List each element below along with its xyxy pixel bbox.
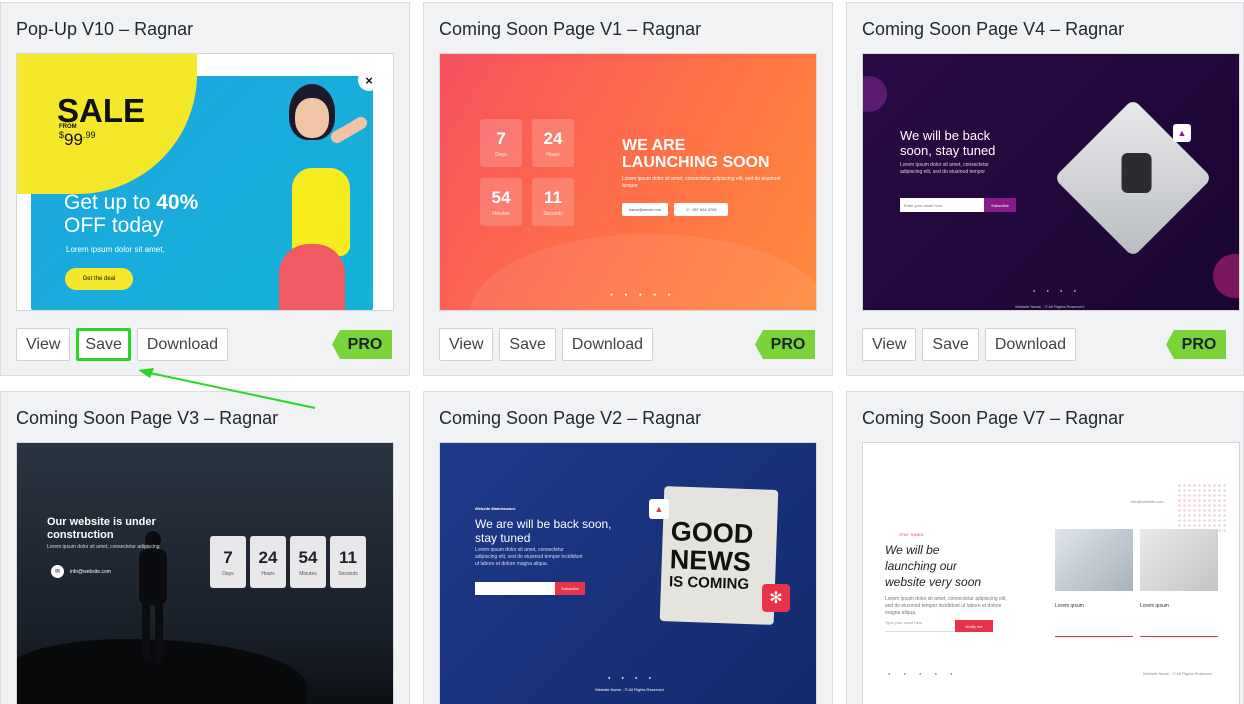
counter-minutes: 54 Minutes bbox=[480, 178, 522, 226]
stay-tuned-headline: We will be back soon, stay tuned bbox=[900, 128, 996, 158]
save-button[interactable]: Save bbox=[922, 328, 979, 361]
thumbnail[interactable]: STAY TUNED We will be launching our webs… bbox=[862, 442, 1240, 704]
view-button[interactable]: View bbox=[862, 328, 917, 361]
save-button[interactable]: Save bbox=[76, 328, 131, 361]
email-input[interactable]: Type your email here bbox=[885, 620, 955, 632]
counter-hours: 24 Hours bbox=[250, 536, 286, 588]
thumbnail[interactable]: Website Maintenance We are will be back … bbox=[439, 442, 817, 704]
card-title: Coming Soon Page V7 – Ragnar bbox=[862, 408, 1125, 428]
phone-icon: ☏ bbox=[685, 207, 691, 212]
construction-headline: Our website is under construction bbox=[47, 516, 156, 541]
social-icons: ● ● ● ● bbox=[608, 675, 656, 680]
launching-headline: We will be launching our website very so… bbox=[885, 543, 982, 589]
download-button[interactable]: Download bbox=[984, 328, 1077, 361]
card-title: Coming Soon Page V3 – Ragnar bbox=[16, 408, 279, 428]
template-card-coming-soon-v4: Coming Soon Page V4 – Ragnar We will be … bbox=[846, 2, 1244, 376]
notify-button[interactable]: Notify me bbox=[955, 620, 993, 632]
download-button[interactable]: Download bbox=[561, 328, 654, 361]
thumbnail[interactable]: SALE FROM $99.99 × Get up to 40% OFF tod… bbox=[16, 53, 394, 311]
social-icons: ● ● ● ● bbox=[1033, 288, 1081, 293]
card-actions: View Save Download bbox=[16, 328, 229, 361]
card-title: Coming Soon Page V2 – Ragnar bbox=[439, 408, 702, 428]
save-button[interactable]: Save bbox=[499, 328, 556, 361]
card-title: Coming Soon Page V4 – Ragnar bbox=[862, 19, 1125, 39]
photo-chair bbox=[1055, 529, 1133, 591]
logo-icon: ▲ bbox=[1173, 124, 1191, 142]
template-grid: Pop-Up V10 – Ragnar SALE FROM $99.99 × G… bbox=[0, 0, 1244, 704]
logo-icon: ▲ bbox=[649, 499, 669, 519]
card-title: Coming Soon Page V1 – Ragnar bbox=[439, 19, 702, 39]
card-actions: View Save Download bbox=[862, 328, 1077, 361]
template-card-coming-soon-v2: Coming Soon Page V2 – Ragnar Website Mai… bbox=[423, 391, 833, 704]
thumbnail[interactable]: Our website is under construction Lorem i… bbox=[16, 442, 394, 704]
email-input[interactable] bbox=[475, 582, 555, 595]
email-input[interactable]: Enter your email here... bbox=[900, 198, 984, 212]
photo-clock bbox=[1140, 529, 1218, 591]
social-icons: ● ● ● ● ● bbox=[610, 292, 676, 298]
template-card-coming-soon-v7: Coming Soon Page V7 – Ragnar STAY TUNED … bbox=[846, 391, 1244, 704]
thumbnail[interactable]: 7 Days 24 Hours 54 Minutes 11 Seconds WE ARE… bbox=[439, 53, 817, 311]
counter-minutes: 54 Minutes bbox=[290, 536, 326, 588]
subscribe-button[interactable]: Subscribe bbox=[984, 198, 1016, 212]
card-actions: View Save Download bbox=[439, 328, 654, 361]
card-title: Pop-Up V10 – Ragnar bbox=[16, 19, 194, 39]
get-deal-button[interactable]: Get the deal bbox=[65, 268, 133, 290]
hero-diamond-image bbox=[1053, 98, 1213, 258]
back-soon-headline: We are will be back soon, stay tuned bbox=[475, 517, 612, 545]
view-button[interactable]: View bbox=[16, 328, 71, 361]
react-icon: ✻ bbox=[762, 584, 790, 612]
email-chip: name@email.com bbox=[622, 203, 668, 216]
view-button[interactable]: View bbox=[439, 328, 494, 361]
pro-badge: PRO bbox=[332, 330, 392, 359]
mail-icon: ✉ bbox=[51, 565, 64, 578]
phone-chip: ☏ 987 654 3789 bbox=[674, 203, 728, 216]
price: $99.99 bbox=[59, 130, 96, 149]
subscribe-button[interactable]: Subscribe bbox=[555, 582, 585, 595]
model-figure bbox=[267, 84, 377, 310]
good-news-sign: GOOD NEWS IS COMING bbox=[659, 486, 779, 625]
social-icons: ● ● ● ● ● bbox=[888, 671, 959, 676]
pro-badge: PRO bbox=[1166, 330, 1226, 359]
counter-days: 7 Days bbox=[210, 536, 246, 588]
counter-hours: 24 Hours bbox=[532, 119, 574, 167]
template-card-coming-soon-v1: Coming Soon Page V1 – Ragnar 7 Days 24 Hou… bbox=[423, 2, 833, 376]
template-card-popup-v10: Pop-Up V10 – Ragnar SALE FROM $99.99 × G… bbox=[0, 2, 410, 376]
template-card-coming-soon-v3: Coming Soon Page V3 – Ragnar Our website… bbox=[0, 391, 410, 704]
counter-days: 7 Days bbox=[480, 119, 522, 167]
counter-seconds: 11 Seconds bbox=[532, 178, 574, 226]
launch-headline: WE ARE LAUNCHING SOON bbox=[622, 137, 770, 171]
thumbnail[interactable]: We will be back soon, stay tuned Lorem ip… bbox=[862, 53, 1240, 311]
popup-headline: Get up to 40% OFF today bbox=[64, 191, 199, 237]
pro-badge: PRO bbox=[755, 330, 815, 359]
download-button[interactable]: Download bbox=[136, 328, 229, 361]
counter-seconds: 11 Seconds bbox=[330, 536, 366, 588]
